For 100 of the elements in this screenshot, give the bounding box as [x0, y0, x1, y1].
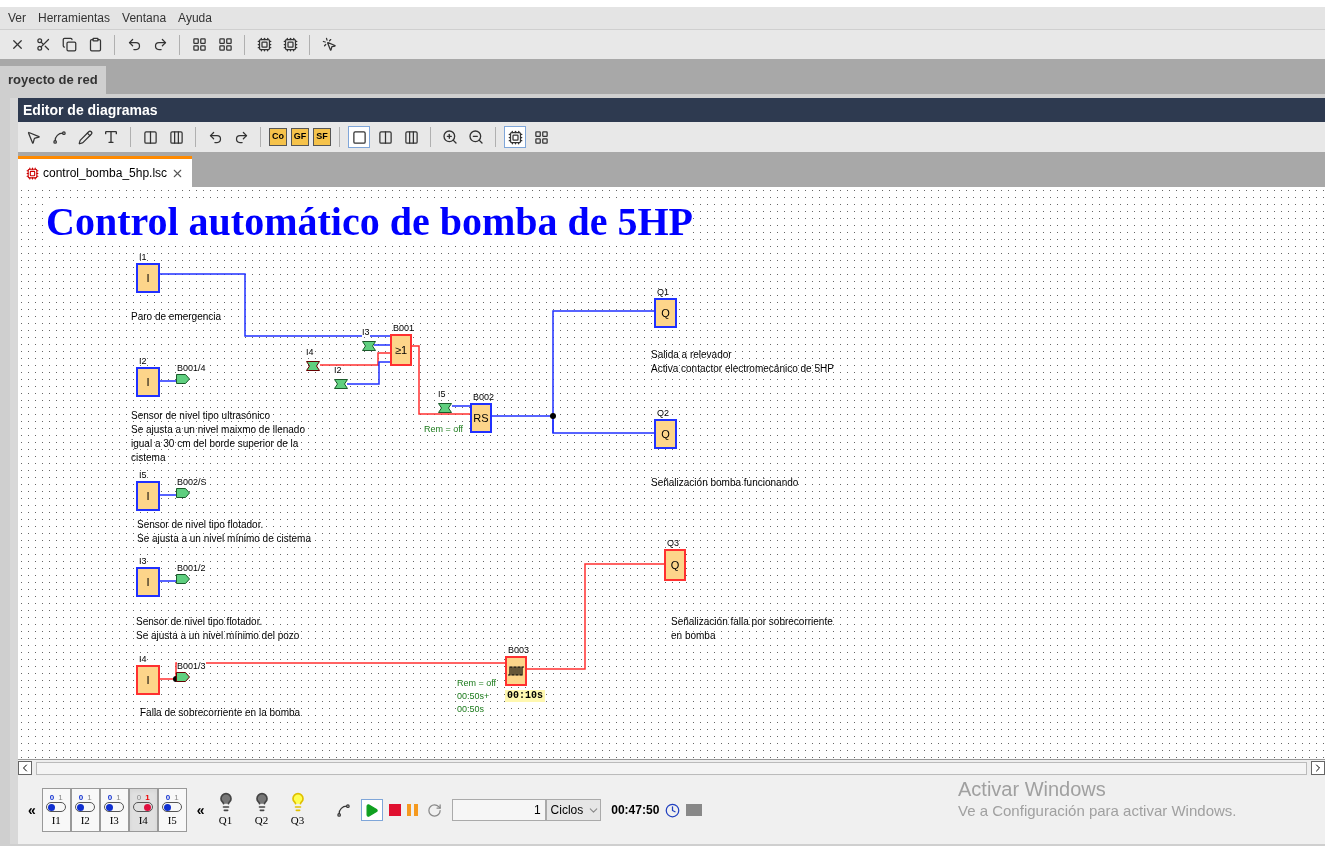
function-block[interactable]: I [136, 263, 160, 293]
comment-text: Sensor de nivel tipo flotador. Se ajusta a un nivel mínimo de cistema [137, 518, 311, 546]
switch-off-label: 0 [136, 794, 142, 802]
comment-text: Falla de sobrecorriente en la bomba [140, 706, 301, 720]
connector-label: B001/4 [177, 364, 206, 373]
switch-label: I1 [51, 815, 61, 826]
menu-item[interactable]: Ayuda [178, 9, 212, 27]
wire [159, 380, 177, 382]
connector-flag[interactable] [438, 403, 452, 413]
timer-value: 00:10s [505, 690, 545, 702]
switch-label: I3 [109, 815, 119, 826]
activation-message: Ve a Configuración para activar Windows. [958, 802, 1237, 821]
block-label: I5 [139, 471, 147, 480]
connector-flag[interactable] [176, 374, 190, 384]
block-group-button[interactable]: Co [269, 128, 287, 146]
block-label: Q2 [657, 409, 669, 418]
wire [159, 580, 177, 582]
activation-title: Activar Windows [958, 777, 1107, 802]
switch-label: I5 [167, 815, 177, 826]
function-block[interactable]: Q [664, 549, 686, 581]
input-switch[interactable]: 0 1 I2 [70, 788, 100, 832]
connector-flag[interactable] [176, 574, 190, 584]
switch-off-label: 0 [165, 794, 171, 802]
junction-dot [550, 413, 556, 419]
comment-text: Señalización falla por sobrecorriente en bomba [671, 615, 833, 643]
diagram-title: Control automático de bomba de 5HP [46, 202, 694, 242]
connector-flag[interactable] [176, 488, 190, 498]
menu-item[interactable]: Ver [8, 9, 26, 27]
simulation-time: 00:47:50 [611, 802, 660, 819]
connector-label: I2 [334, 366, 342, 375]
scroll-right-icon [1311, 761, 1325, 775]
connector-label: I3 [362, 328, 370, 337]
input-switch[interactable]: 0 1 I5 [157, 788, 187, 832]
menu-item[interactable]: Ventana [122, 9, 167, 27]
collapse-button[interactable]: « [28, 799, 36, 821]
lamp-label: Q2 [254, 812, 269, 828]
collapse-button[interactable]: « [196, 799, 205, 821]
block-group-button[interactable]: GF [291, 128, 309, 146]
connector-label: I4 [306, 348, 314, 357]
block-label: B001 [393, 324, 415, 333]
block-label: B003 [508, 646, 530, 655]
switch-on-label: 1 [145, 794, 150, 802]
connector-label: B001/2 [177, 564, 206, 573]
function-block[interactable]: RS [470, 403, 492, 433]
parameter-text: 00:50s [457, 705, 485, 714]
switch-on-label: 1 [116, 794, 121, 802]
function-block[interactable]: I [136, 567, 160, 597]
function-block[interactable]: I [136, 367, 160, 397]
simulation-icon [26, 166, 39, 180]
pulse-icon [508, 666, 524, 676]
function-block[interactable]: I [136, 665, 160, 695]
block-label: I2 [139, 357, 147, 366]
connector-flag[interactable] [334, 379, 348, 389]
switch-on-label: 1 [174, 794, 179, 802]
single-view-icon[interactable] [348, 126, 370, 148]
function-block[interactable] [505, 656, 527, 686]
wire [159, 494, 177, 496]
clock-icon [665, 802, 681, 818]
comment-text: Sensor de nivel tipo ultrasónico Se ajusta a un nivel maixmo de llenado igual a 30 cm del borde superior de la cistema [131, 409, 305, 465]
block-group-button[interactable]: SF [313, 128, 331, 146]
block-label: Q3 [667, 539, 679, 548]
switch-label: I2 [80, 815, 90, 826]
input-switch[interactable]: 0 1 I4 [128, 788, 158, 832]
connector-flag[interactable] [306, 361, 320, 371]
connector-label: I5 [438, 390, 446, 399]
block-label: I4 [139, 655, 147, 664]
connector-label: B001/3 [177, 662, 206, 671]
comment-text: Paro de emergencia [131, 310, 222, 324]
comment-text: Salida a relevador Activa contactor electromecánico de 5HP [651, 348, 834, 376]
cycles-dropdown[interactable]: Ciclos [545, 799, 602, 821]
connector-flag[interactable] [176, 672, 190, 682]
document-tab[interactable]: control_bomba_5hp.lsc [18, 156, 193, 187]
cycles-field[interactable]: 1 [451, 799, 546, 821]
menu-item[interactable]: Herramientas [38, 9, 111, 27]
simulation-icon[interactable] [504, 126, 526, 148]
switch-on-label: 1 [87, 794, 92, 802]
switch-off-label: 0 [107, 794, 113, 802]
input-switch[interactable]: 0 1 I3 [99, 788, 129, 832]
switch-off-label: 0 [49, 794, 55, 802]
function-block[interactable]: I [136, 481, 160, 511]
lamp-label: Q3 [290, 812, 305, 828]
comment-text: Señalización bomba funcionando [651, 476, 799, 490]
project-tab[interactable]: royecto de red [0, 66, 106, 94]
lamp-label: Q1 [218, 812, 233, 828]
connector-flag[interactable] [362, 341, 376, 351]
parameter-text: 00:50s+ [457, 692, 490, 701]
switch-off-label: 0 [78, 794, 84, 802]
block-label: I1 [139, 253, 147, 262]
connector-label: B002/S [177, 478, 207, 487]
comment-text: Sensor de nivel tipo flotador. Se ajusta a un nivel mínimo del pozo [136, 615, 300, 643]
parameter-text: Rem = off [424, 425, 464, 434]
parameter-text: Rem = off [457, 679, 497, 688]
stop-icon[interactable] [388, 804, 401, 816]
function-block[interactable]: Q [654, 298, 677, 328]
function-block[interactable]: Q [654, 419, 677, 449]
play-icon[interactable] [360, 799, 383, 821]
editor-title: Editor de diagramas [18, 98, 1325, 122]
input-switch[interactable]: 0 1 I1 [41, 788, 71, 832]
function-block[interactable]: ≥1 [390, 334, 412, 366]
wire [373, 344, 391, 346]
